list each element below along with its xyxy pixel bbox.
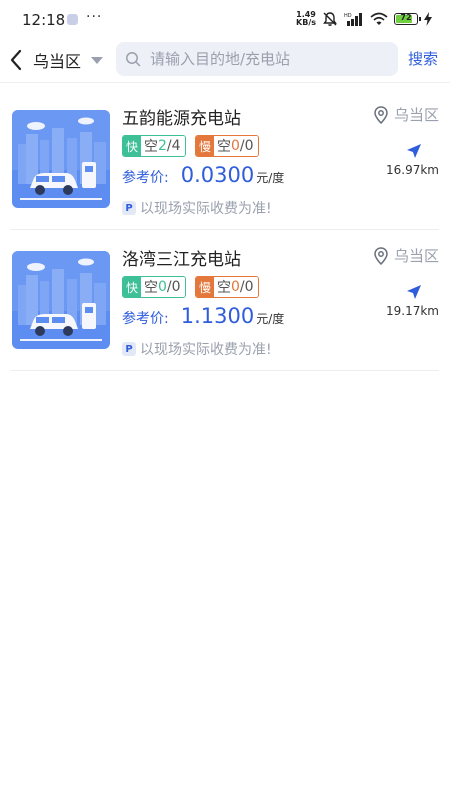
- search-input[interactable]: [150, 42, 390, 76]
- parking-icon: P: [122, 342, 136, 356]
- battery-level: 72: [400, 13, 412, 22]
- price-value: 1.1300: [180, 304, 255, 328]
- price-note: P 以现场实际收费为准!: [122, 199, 272, 217]
- station-card[interactable]: 洛湾三江充电站 乌当区 快 空 0/0 慢 空 0/0 参考价: 1.1300 …: [0, 231, 450, 371]
- slow-total-count: 0: [244, 279, 254, 295]
- fast-tag: 快: [123, 277, 141, 297]
- distance: 16.97km: [386, 163, 439, 177]
- status-time: 12:18: [22, 11, 66, 29]
- mute-bell-icon: [323, 12, 337, 26]
- slow-charger-badge: 慢 空 0/0: [195, 135, 259, 157]
- note-text: 以现场实际收费为准!: [140, 342, 272, 358]
- more-notifications-icon: ···: [86, 9, 103, 25]
- station-name: 五韵能源充电站: [122, 109, 241, 129]
- card-divider: [11, 370, 439, 371]
- region-label: 乌当区: [33, 52, 82, 71]
- location-pin-icon: [374, 246, 388, 265]
- station-area-label: 乌当区: [393, 247, 439, 265]
- station-area: 乌当区: [374, 104, 439, 125]
- station-card[interactable]: 五韵能源充电站 乌当区 快 空 2/4 慢 空 0/0 参考价: 0.0300 …: [0, 90, 450, 230]
- slow-tag: 慢: [196, 136, 214, 156]
- price-label: 参考价:: [122, 170, 169, 186]
- slow-charger-badge: 慢 空 0/0: [195, 276, 259, 298]
- note-text: 以现场实际收费为准!: [140, 201, 272, 217]
- slow-free-count: 0: [231, 279, 240, 295]
- slow-free-prefix: 空: [217, 139, 231, 155]
- network-speed-unit: KB/s: [296, 18, 316, 27]
- svg-text:HD: HD: [344, 13, 352, 19]
- card-divider: [11, 229, 439, 230]
- search-header: 乌当区 搜索: [0, 38, 450, 82]
- station-name: 洛湾三江充电站: [122, 250, 241, 270]
- fast-charger-badge: 快 空 2/4: [122, 135, 186, 157]
- notification-app-icon: [67, 14, 78, 25]
- station-area-label: 乌当区: [393, 106, 439, 124]
- slow-free-count: 0: [231, 138, 240, 154]
- wifi-icon: [370, 12, 388, 25]
- region-selector[interactable]: 乌当区: [33, 46, 104, 74]
- search-button[interactable]: 搜索: [408, 48, 438, 69]
- status-icons: 1.49 KB/s HD 72: [296, 10, 432, 28]
- fast-free-count: 2: [158, 138, 167, 154]
- fast-total-count: 0: [171, 279, 181, 295]
- price-unit: 元/度: [256, 171, 285, 185]
- back-arrow-icon: [10, 49, 22, 71]
- navigate-arrow-icon[interactable]: [406, 284, 422, 300]
- station-area: 乌当区: [374, 245, 439, 266]
- station-image: [12, 110, 110, 208]
- slow-total-count: 0: [244, 138, 254, 154]
- location-pin-icon: [374, 105, 388, 124]
- price-note: P 以现场实际收费为准!: [122, 340, 272, 358]
- price-unit: 元/度: [256, 312, 285, 326]
- station-image: [12, 251, 110, 349]
- search-box[interactable]: [116, 42, 398, 76]
- price-row: 参考价: 0.0300 元/度: [122, 163, 284, 189]
- fast-free-count: 0: [158, 279, 167, 295]
- signal-icon: HD: [344, 13, 362, 26]
- fast-tag: 快: [123, 136, 141, 156]
- header-divider: [0, 82, 450, 83]
- dropdown-triangle-icon: [91, 56, 104, 64]
- navigate-arrow-icon[interactable]: [406, 143, 422, 159]
- fast-charger-badge: 快 空 0/0: [122, 276, 186, 298]
- distance: 19.17km: [386, 304, 439, 318]
- status-bar: 12:18 ··· 1.49 KB/s HD 72: [0, 0, 450, 38]
- fast-free-prefix: 空: [144, 280, 158, 296]
- slow-free-prefix: 空: [217, 280, 231, 296]
- search-icon: [126, 52, 141, 67]
- fast-free-prefix: 空: [144, 139, 158, 155]
- battery-icon: 72: [394, 13, 421, 25]
- price-value: 0.0300: [180, 163, 255, 187]
- slow-tag: 慢: [196, 277, 214, 297]
- charging-bolt-icon: [424, 12, 432, 26]
- back-button[interactable]: [6, 46, 32, 74]
- parking-icon: P: [122, 201, 136, 215]
- network-speed: 1.49 KB/s: [296, 11, 316, 27]
- price-row: 参考价: 1.1300 元/度: [122, 304, 284, 330]
- price-label: 参考价:: [122, 311, 169, 327]
- fast-total-count: 4: [171, 138, 181, 154]
